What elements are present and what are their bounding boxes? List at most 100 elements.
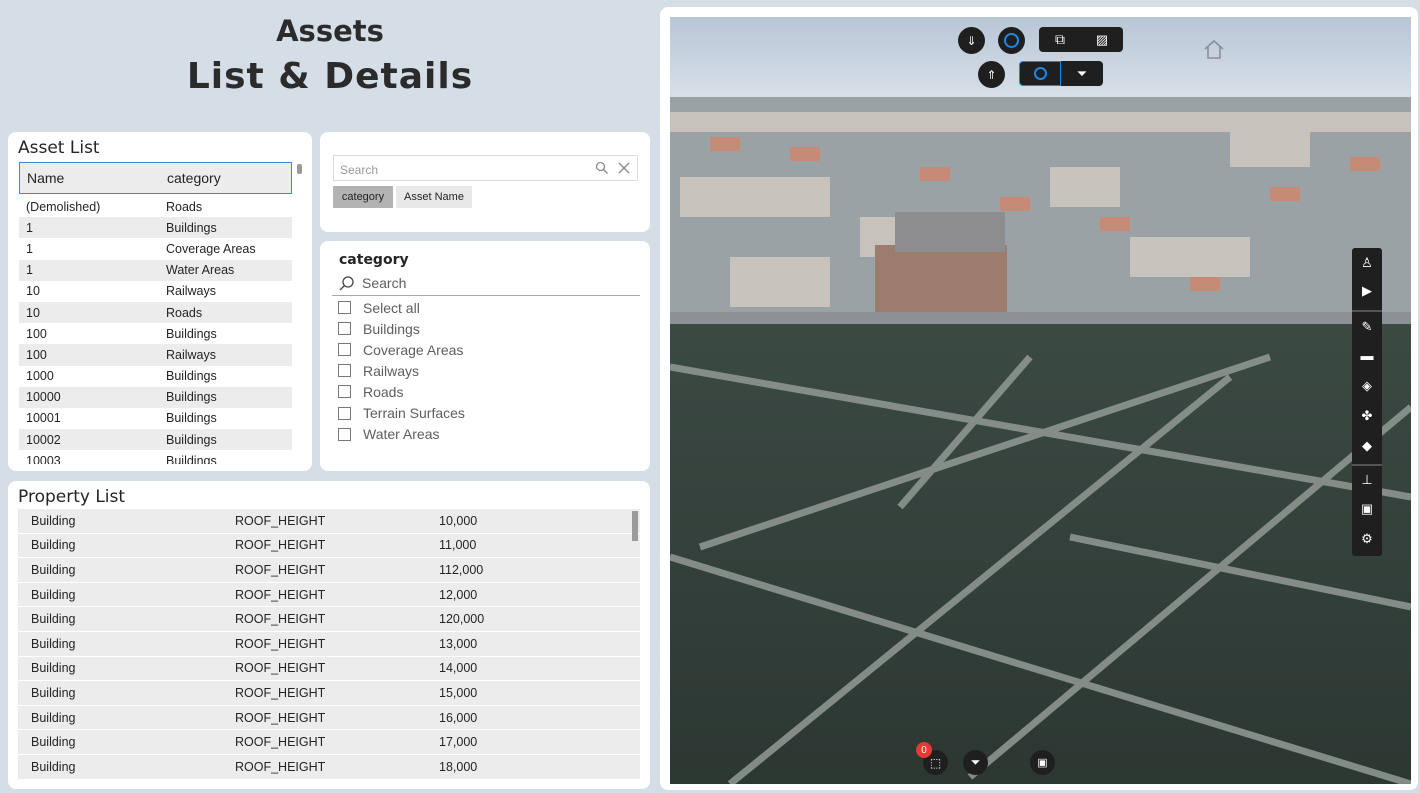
save-icon[interactable]: ▣ (1030, 750, 1055, 775)
asset-name-cell: 10001 (26, 411, 61, 426)
checkbox[interactable] (338, 385, 351, 399)
table-row[interactable]: Building ROOF_HEIGHT 18,000 (18, 754, 640, 780)
column-header-name[interactable]: Name (20, 170, 167, 186)
asset-category-cell: Water Areas (166, 263, 235, 278)
property-type-cell: Building (31, 562, 76, 577)
map-side-toolbar: ♙ ▶ ✎ ▬ ◈ ✤ ◆ ⊥ ▣ ⚙ (1352, 248, 1382, 556)
selection-target-icon[interactable] (1019, 61, 1061, 86)
property-value-cell: 15,000 (439, 685, 478, 700)
category-option[interactable]: Coverage Areas (338, 339, 465, 360)
table-row[interactable]: 100 Buildings (19, 323, 292, 344)
checkbox[interactable] (338, 322, 351, 336)
cluster-icon[interactable]: ✤ (1360, 409, 1374, 423)
property-value-cell: 16,000 (439, 710, 478, 725)
checkbox[interactable] (338, 406, 351, 420)
table-row[interactable]: 10 Roads (19, 301, 292, 324)
property-value-cell: 13,000 (439, 636, 478, 651)
target-icon[interactable] (998, 27, 1025, 54)
table-row[interactable]: 1 Water Areas (19, 259, 292, 281)
hierarchy-icon[interactable]: ⊥ (1360, 473, 1374, 487)
asset-list-scrollbar[interactable] (297, 164, 302, 174)
settings-icon[interactable]: ⚙ (1360, 532, 1374, 546)
search-input[interactable]: Search (333, 155, 638, 181)
property-value-cell: 112,000 (439, 562, 484, 577)
camera-icon[interactable]: ▶ (1360, 284, 1374, 298)
layers-icon[interactable]: ◈ (1360, 379, 1374, 393)
search-icon[interactable] (595, 161, 609, 175)
asset-list-rows: (Demolished) Roads 1 Buildings 1 Coverage Are… (19, 196, 292, 464)
folder-icon[interactable]: ▬ (1360, 349, 1374, 363)
filter-icon[interactable]: ⏷ (1061, 61, 1103, 86)
table-row[interactable]: 1000 Buildings (19, 366, 292, 387)
clear-filter-icon[interactable]: ⏷ (963, 750, 988, 775)
asset-category-cell: Buildings (166, 432, 217, 447)
checkbox[interactable] (338, 427, 351, 441)
property-type-cell: Building (31, 538, 76, 553)
table-row[interactable]: 100 Railways (19, 344, 292, 366)
category-search-input[interactable]: Search (332, 273, 640, 296)
table-row[interactable]: Building ROOF_HEIGHT 17,000 (18, 730, 640, 755)
property-value-cell: 18,000 (439, 759, 478, 774)
asset-name-cell: 1 (26, 263, 33, 278)
property-type-cell: Building (31, 685, 76, 700)
table-row[interactable]: Building ROOF_HEIGHT 120,000 (18, 607, 640, 632)
table-row[interactable]: (Demolished) Roads (19, 196, 292, 217)
table-row[interactable]: Building ROOF_HEIGHT 13,000 (18, 631, 640, 657)
table-row[interactable]: 1 Buildings (19, 217, 292, 239)
layer-down-icon[interactable]: ⇓ (958, 27, 985, 54)
property-name-cell: ROOF_HEIGHT (235, 710, 326, 725)
category-option[interactable]: Roads (338, 381, 465, 402)
toolbar-divider (1352, 464, 1382, 466)
property-type-cell: Building (31, 636, 76, 651)
category-option[interactable]: Railways (338, 360, 465, 381)
column-header-category[interactable]: category (167, 170, 221, 186)
cube-icon[interactable]: ◆ (1360, 439, 1374, 453)
table-row[interactable]: Building ROOF_HEIGHT 112,000 (18, 558, 640, 583)
table-row[interactable]: 10000 Buildings (19, 386, 292, 408)
property-name-cell: ROOF_HEIGHT (235, 587, 326, 602)
category-option[interactable]: Buildings (338, 318, 465, 339)
category-option-label: Coverage Areas (363, 341, 464, 358)
property-list-scrollbar[interactable] (632, 511, 638, 541)
property-name-cell: ROOF_HEIGHT (235, 735, 326, 750)
chip-category[interactable]: category (333, 186, 393, 208)
table-row[interactable]: Building ROOF_HEIGHT 15,000 (18, 681, 640, 706)
category-option[interactable]: Water Areas (338, 424, 465, 445)
table-row[interactable]: Building ROOF_HEIGHT 16,000 (18, 705, 640, 731)
hatch-icon[interactable]: ▨ (1081, 27, 1123, 52)
table-row[interactable]: Building ROOF_HEIGHT 14,000 (18, 656, 640, 682)
category-option[interactable]: Select all (338, 297, 465, 318)
checkbox[interactable] (338, 343, 351, 357)
asset-name-cell: 10 (26, 305, 40, 320)
asset-category-cell: Buildings (166, 411, 217, 426)
table-row[interactable]: 10001 Buildings (19, 408, 292, 429)
property-list-title: Property List (18, 487, 126, 507)
asset-list-title: Asset List (18, 138, 100, 158)
table-row[interactable]: Building ROOF_HEIGHT 10,000 (18, 509, 640, 534)
table-row[interactable]: 10 Railways (19, 281, 292, 302)
chip-asset-name[interactable]: Asset Name (396, 186, 472, 208)
property-name-cell: ROOF_HEIGHT (235, 538, 326, 553)
table-row[interactable]: 1 Coverage Areas (19, 238, 292, 259)
property-type-cell: Building (31, 661, 76, 676)
category-option[interactable]: Terrain Surfaces (338, 402, 465, 423)
table-row[interactable]: Building ROOF_HEIGHT 12,000 (18, 582, 640, 608)
layer-up-icon[interactable]: ⇑ (978, 61, 1005, 88)
city-3d-map[interactable] (670, 17, 1411, 784)
property-value-cell: 120,000 (439, 612, 485, 627)
checkbox[interactable] (338, 301, 351, 315)
copy-window-icon[interactable]: ⧉ (1039, 27, 1081, 52)
category-search-placeholder: Search (362, 275, 407, 291)
checkbox[interactable] (338, 364, 351, 378)
person-icon[interactable]: ♙ (1360, 256, 1374, 270)
home-icon[interactable] (1202, 38, 1226, 60)
table-row[interactable]: 10003 Buildings (19, 450, 292, 464)
category-slicer-title: category (339, 252, 409, 268)
badge-icon[interactable]: ▣ (1360, 502, 1374, 516)
close-icon[interactable] (616, 160, 632, 176)
ruler-icon[interactable]: ✎ (1360, 320, 1374, 334)
category-slicer-card: category Search Select all Buildings Cover… (320, 241, 650, 471)
property-value-cell: 10,000 (439, 513, 478, 528)
table-row[interactable]: 10002 Buildings (19, 429, 292, 451)
table-row[interactable]: Building ROOF_HEIGHT 11,000 (18, 533, 640, 559)
